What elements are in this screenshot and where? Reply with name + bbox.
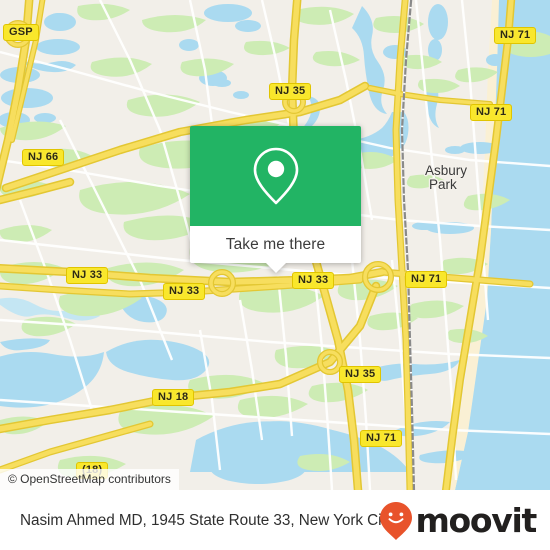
road-shield-nj35-low: NJ 35 xyxy=(339,366,382,383)
popup-marker-panel xyxy=(190,126,361,226)
road-shield-nj33-mid: NJ 33 xyxy=(292,272,335,289)
popup-tail xyxy=(264,262,287,273)
road-shield-nj33-left: NJ 33 xyxy=(66,267,109,284)
map-popup[interactable]: Take me there xyxy=(190,126,361,273)
map-page: GSP NJ 35 NJ 71 NJ 71 NJ 66 NJ 33 NJ 33 … xyxy=(0,0,550,550)
moovit-wordmark: moovit xyxy=(415,501,537,540)
place-title: Nasim Ahmed MD, 1945 State Route 33, New… xyxy=(20,511,394,529)
road-shield-nj71-topright: NJ 71 xyxy=(494,27,537,44)
take-me-there-label: Take me there xyxy=(225,235,326,253)
road-shield-gsp: GSP xyxy=(3,24,39,41)
map-canvas[interactable]: GSP NJ 35 NJ 71 NJ 71 NJ 66 NJ 33 NJ 33 … xyxy=(0,0,550,490)
road-shield-nj71-low: NJ 71 xyxy=(360,430,403,447)
map-pin-icon xyxy=(253,147,298,205)
popup-action-bar[interactable]: Take me there xyxy=(190,226,361,273)
road-shield-nj33-center: NJ 33 xyxy=(163,283,206,300)
moovit-smiling-pin-icon xyxy=(380,501,413,540)
road-shield-nj66: NJ 66 xyxy=(22,149,65,166)
road-shield-nj35-top: NJ 35 xyxy=(269,83,312,100)
road-shield-nj71-mid: NJ 71 xyxy=(405,271,448,288)
place-label-asbury: Asbury xyxy=(425,163,468,178)
place-label-park: Park xyxy=(429,177,457,192)
map-attribution[interactable]: © OpenStreetMap contributors xyxy=(0,469,179,490)
footer-bar: Nasim Ahmed MD, 1945 State Route 33, New… xyxy=(0,490,550,550)
road-shield-nj18: NJ 18 xyxy=(152,389,195,406)
moovit-brand[interactable]: moovit xyxy=(379,501,537,541)
road-shield-nj71-right: NJ 71 xyxy=(470,104,513,121)
